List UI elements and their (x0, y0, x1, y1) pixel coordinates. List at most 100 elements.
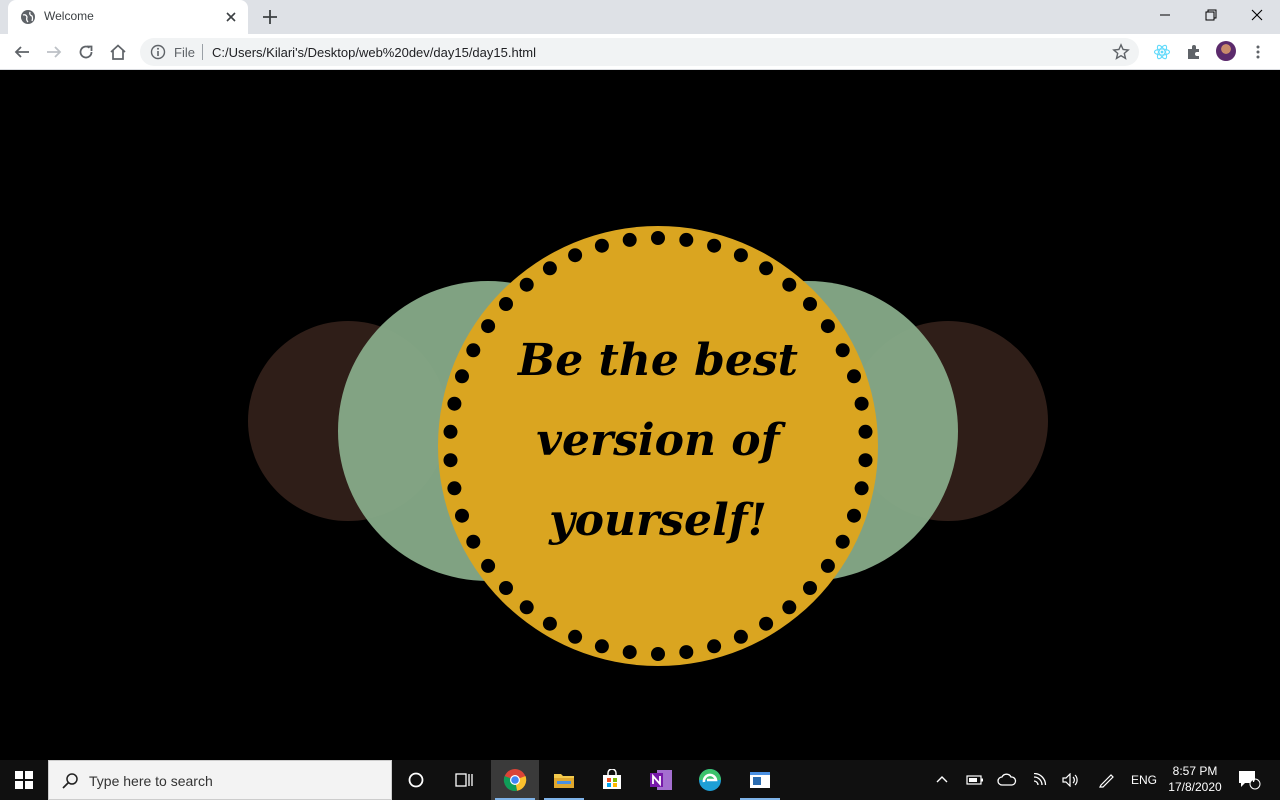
back-button[interactable] (10, 40, 34, 64)
start-button[interactable] (0, 760, 48, 800)
new-tab-icon[interactable] (259, 6, 281, 28)
windows-logo-icon (15, 771, 33, 789)
home-button[interactable] (106, 40, 130, 64)
restore-icon (1205, 9, 1217, 21)
tab-strip: Welcome (0, 0, 1280, 34)
reload-icon (79, 45, 93, 59)
border-dot (759, 616, 774, 631)
border-dot (782, 600, 797, 615)
bookmark-star-icon[interactable] (1112, 43, 1130, 61)
tab-welcome[interactable]: Welcome (8, 0, 248, 34)
windows-taskbar: Type here to search ENG 8:57 PM 17/8/202… (0, 760, 1280, 800)
reload-button[interactable] (74, 40, 98, 64)
forward-button[interactable] (42, 40, 66, 64)
restore-button[interactable] (1188, 0, 1234, 30)
edge-icon (699, 769, 721, 791)
show-hidden-icons-button[interactable] (930, 760, 954, 800)
notepad-icon (750, 772, 770, 788)
globe-icon (21, 10, 35, 24)
minimize-icon (1160, 14, 1170, 16)
task-view-icon (455, 773, 473, 787)
minimize-button[interactable] (1142, 0, 1188, 30)
border-dot (499, 581, 513, 595)
forward-arrow-icon (47, 46, 62, 58)
border-dot (651, 647, 665, 661)
onenote-button[interactable] (637, 760, 685, 800)
close-tab-icon[interactable] (222, 8, 240, 26)
border-dot (519, 600, 534, 615)
cortana-button[interactable] (392, 760, 440, 800)
border-dot (622, 232, 637, 247)
profile-avatar[interactable] (1216, 41, 1236, 61)
chrome-taskbar-button[interactable] (491, 760, 539, 800)
clock[interactable]: 8:57 PM 17/8/2020 (1160, 763, 1230, 795)
volume-button[interactable] (1058, 760, 1084, 800)
back-arrow-icon (14, 46, 29, 58)
file-explorer-button[interactable] (540, 760, 588, 800)
border-dot (542, 261, 557, 276)
border-dot (679, 232, 694, 247)
border-dot (759, 261, 774, 276)
notepad-button[interactable] (736, 760, 784, 800)
border-dot (568, 629, 583, 644)
close-window-button[interactable] (1234, 0, 1280, 30)
border-dot (622, 645, 637, 660)
task-view-button[interactable] (440, 760, 488, 800)
cortana-icon (408, 772, 424, 788)
notification-icon (1239, 771, 1261, 790)
more-vert-icon (1256, 45, 1260, 59)
chrome-icon (503, 769, 527, 792)
border-dot (447, 396, 462, 411)
close-icon (1251, 9, 1263, 21)
network-button[interactable] (1028, 760, 1054, 800)
language-indicator: ENG (1130, 773, 1157, 787)
notification-count: 4 (1250, 774, 1256, 784)
border-dot (858, 453, 873, 468)
security-label: File (174, 45, 195, 60)
url-text[interactable]: C:/Users/Kilari's/Desktop/web%20dev/day1… (212, 45, 536, 60)
battery-button[interactable] (962, 760, 988, 800)
border-dot (803, 297, 817, 311)
border-dot (542, 616, 557, 631)
onedrive-button[interactable] (994, 760, 1020, 800)
action-center-button[interactable]: 4 (1234, 760, 1264, 800)
microsoft-store-icon (603, 769, 621, 789)
border-dot (782, 277, 797, 292)
border-dot (499, 297, 513, 311)
border-dot (594, 238, 609, 253)
pen-workspace-button[interactable] (1094, 760, 1120, 800)
border-dot (447, 481, 462, 496)
border-dot (733, 629, 748, 644)
battery-icon (966, 775, 983, 785)
border-dot (847, 369, 861, 384)
speaker-icon (1062, 773, 1078, 787)
microsoft-store-button[interactable] (588, 760, 636, 800)
border-dot (707, 238, 722, 253)
input-language-button[interactable]: ENG (1128, 760, 1160, 800)
react-icon (1153, 44, 1171, 60)
clock-time: 8:57 PM (1172, 764, 1218, 778)
border-dot (519, 277, 534, 292)
border-dot (594, 639, 609, 654)
extensions-button[interactable] (1182, 40, 1206, 64)
border-dot (568, 248, 583, 263)
address-bar[interactable]: File C:/Users/Kilari's/Desktop/web%20dev… (140, 38, 1139, 66)
chevron-up-icon (936, 776, 948, 783)
menu-button[interactable] (1246, 40, 1270, 64)
puzzle-icon (1188, 45, 1199, 59)
quote-line-3: yourself! (549, 495, 767, 546)
cloud-icon (997, 773, 1017, 786)
border-dot (820, 558, 835, 573)
react-devtools-extension[interactable] (1150, 40, 1174, 64)
border-dot (679, 645, 694, 660)
edge-button[interactable] (686, 760, 734, 800)
quote-line-2: version of (536, 415, 780, 466)
border-dot (455, 508, 469, 523)
onenote-icon (650, 770, 672, 790)
omnibox-divider (202, 44, 203, 60)
clock-date: 17/8/2020 (1168, 780, 1222, 794)
border-dot (854, 481, 869, 496)
pen-icon (1099, 774, 1114, 788)
taskbar-search-box[interactable]: Type here to search (48, 760, 392, 800)
info-icon[interactable] (150, 44, 166, 60)
